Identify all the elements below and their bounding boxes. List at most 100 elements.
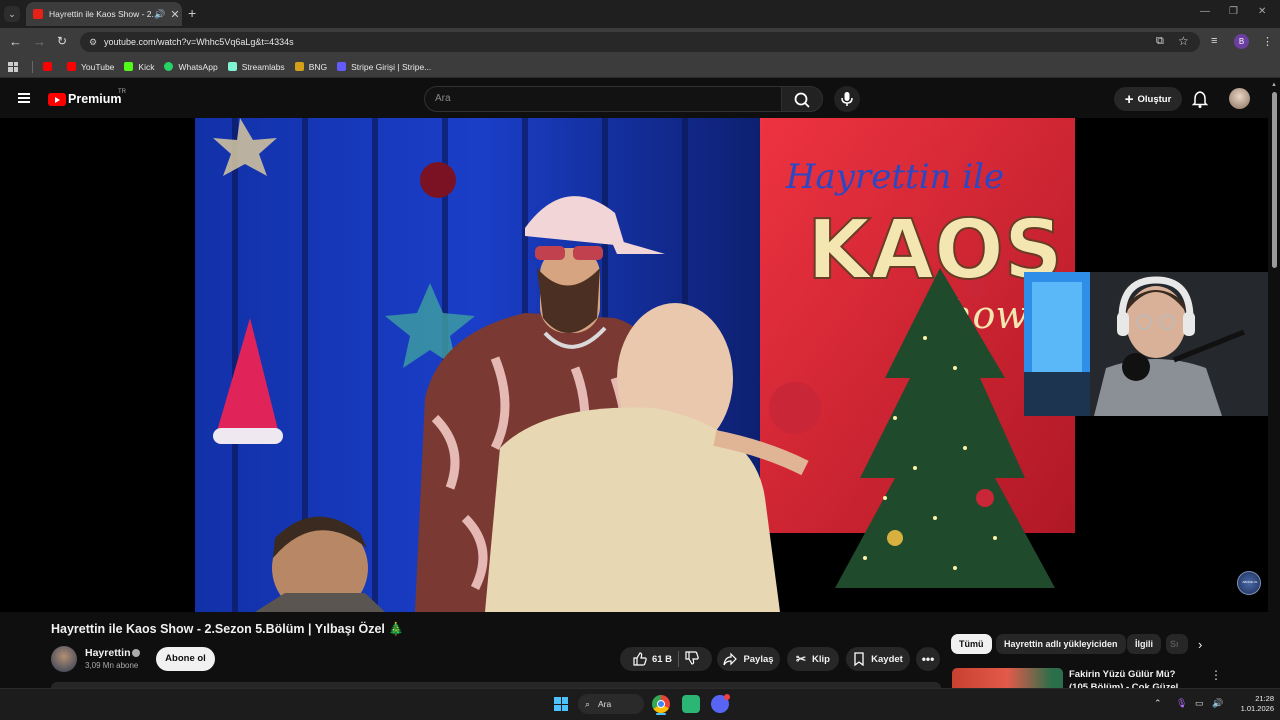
back-icon[interactable]: ← <box>9 34 22 49</box>
dislike-button[interactable] <box>685 650 699 668</box>
discord-notification-dot <box>724 694 730 700</box>
thumbs-down-icon <box>685 650 699 665</box>
whatsapp-icon <box>164 62 174 71</box>
bookmarks-bar: YouTube Kick WhatsApp Streamlabs BNG Str… <box>0 56 1280 78</box>
speaker-icon[interactable]: 🔊 <box>154 9 168 20</box>
save-playlist-icon <box>854 652 864 666</box>
browser-tab-active[interactable]: Hayrettin ile Kaos Show - 2. 🔊 ✕ <box>26 2 182 26</box>
url-text: youtube.com/watch?v=Whhc5Vq6aLg&t=4334s <box>104 37 294 47</box>
stripe-icon <box>337 62 347 71</box>
chrome-taskbar-icon[interactable] <box>652 695 670 713</box>
video-frame: Hayrettin ile KAOS Show <box>195 118 1075 612</box>
system-clock[interactable]: 21:28 1.01.2026 <box>1232 694 1274 714</box>
profile-avatar[interactable]: B <box>1234 34 1249 49</box>
tab-search-button[interactable]: ⌄ <box>4 6 20 22</box>
subscribe-watermark-badge[interactable]: ABONE OL <box>1237 571 1261 595</box>
taskbar-search[interactable]: ⌕ Ara <box>578 694 644 714</box>
subscribe-button[interactable]: Abone ol <box>156 647 215 671</box>
country-code: TR <box>118 89 126 95</box>
reload-icon[interactable]: ↻ <box>57 34 67 48</box>
share-button[interactable]: Paylaş <box>717 647 780 671</box>
tab-title: Hayrettin ile Kaos Show - 2. <box>49 9 154 19</box>
forward-icon[interactable]: → <box>33 34 46 49</box>
chip-from-uploader[interactable]: Hayrettin adlı yükleyiciden <box>996 634 1126 654</box>
clock-date: 1.01.2026 <box>1240 704 1274 713</box>
bookmark-item[interactable]: BNG <box>294 62 327 72</box>
minimize-icon[interactable]: — <box>1200 6 1210 17</box>
scroll-up-arrow-icon[interactable]: ▲ <box>1271 82 1277 88</box>
like-separator <box>678 651 680 667</box>
install-app-icon[interactable]: ⧉ <box>1156 35 1164 48</box>
chip-all[interactable]: Tümü <box>951 634 992 654</box>
verified-badge-icon <box>132 649 140 657</box>
taskbar-search-icon: ⌕ <box>585 699 591 709</box>
search-input[interactable]: Ara <box>424 86 782 112</box>
new-tab-button[interactable]: + <box>188 5 196 21</box>
close-window-icon[interactable]: ✕ <box>1258 6 1266 17</box>
volume-icon[interactable]: 🔊 <box>1212 698 1223 709</box>
microphone-tray-icon[interactable]: 🎙 <box>1176 698 1187 709</box>
bookmark-item[interactable]: Stripe Girişi | Stripe... <box>337 62 431 72</box>
recommended-more-icon[interactable]: ⋮ <box>1210 668 1222 682</box>
search-icon <box>794 92 810 108</box>
bookmark-star-icon[interactable]: ☆ <box>1178 34 1189 48</box>
bookmark-item[interactable]: WhatsApp <box>164 62 218 72</box>
plus-icon: + <box>1124 90 1134 108</box>
microphone-icon <box>841 92 853 106</box>
voice-search-button[interactable] <box>834 86 860 112</box>
apps-icon[interactable] <box>8 61 18 72</box>
scissors-icon: ✂ <box>795 652 807 666</box>
tray-overflow-icon[interactable]: ⌃ <box>1154 698 1162 709</box>
scrollbar-thumb[interactable] <box>1272 92 1277 268</box>
search-button[interactable] <box>781 86 823 112</box>
like-count: 61 B <box>651 653 673 665</box>
network-icon[interactable]: ▭ <box>1195 698 1204 709</box>
recommended-title[interactable]: Fakirin Yüzü Gülür Mü? (105.Bölüm) - Çok… <box>1069 668 1204 688</box>
show-sign-text: Hayrettin ile <box>785 157 1004 197</box>
active-app-indicator <box>656 713 666 715</box>
video-scene: Hayrettin ile KAOS Show <box>195 118 1075 612</box>
like-dislike-group: 61 B <box>620 647 712 671</box>
chip-next-partial[interactable]: Sı <box>1166 634 1188 654</box>
windows-start-icon[interactable] <box>554 697 568 711</box>
recommended-thumbnail[interactable] <box>952 668 1063 688</box>
video-player[interactable]: Hayrettin ile KAOS Show ABONE OL <box>0 118 1268 612</box>
channel-avatar[interactable] <box>51 646 77 672</box>
bookmark-item[interactable]: Kick <box>124 62 154 72</box>
bookmarks-divider <box>32 60 33 73</box>
account-avatar[interactable] <box>1229 88 1250 109</box>
notifications-bell-icon[interactable] <box>1192 90 1208 108</box>
channel-name[interactable]: Hayrettin <box>85 647 131 659</box>
youtube-icon <box>67 62 76 71</box>
streamlabs-icon <box>227 62 237 71</box>
restore-icon[interactable]: ❐ <box>1229 6 1238 17</box>
site-info-icon[interactable]: ⚙ <box>89 32 97 52</box>
bng-icon <box>294 62 304 71</box>
bookmark-item[interactable]: Streamlabs <box>227 62 285 72</box>
browser-menu-icon[interactable]: ⋮ <box>1262 35 1273 48</box>
chips-scroll-right-icon[interactable]: › <box>1198 637 1202 652</box>
save-button[interactable]: Kaydet <box>846 647 910 671</box>
clip-button[interactable]: ✂ Klip <box>787 647 839 671</box>
media-control-icon[interactable]: ≡ <box>1211 35 1217 47</box>
webcam-scene <box>1024 272 1268 416</box>
youtube-logo-icon[interactable] <box>48 93 66 106</box>
more-actions-button[interactable]: ••• <box>916 647 940 671</box>
thumbs-up-icon <box>633 652 647 666</box>
close-tab-icon[interactable]: ✕ <box>168 8 182 21</box>
youtube-premium-logo[interactable]: Premium <box>68 92 122 106</box>
create-button[interactable]: + Oluştur <box>1114 87 1182 111</box>
youtube-favicon-icon <box>33 9 43 19</box>
streamlabs-taskbar-icon[interactable] <box>682 695 700 713</box>
address-bar[interactable]: ⚙ youtube.com/watch?v=Whhc5Vq6aLg&t=4334… <box>80 32 1200 52</box>
clock-time: 21:28 <box>1255 694 1274 703</box>
chip-related[interactable]: İlgili <box>1127 634 1161 654</box>
bookmark-youtube-icon-only[interactable] <box>43 62 57 71</box>
bookmark-item[interactable]: YouTube <box>67 62 114 72</box>
like-button[interactable]: 61 B <box>633 652 672 666</box>
more-horizontal-icon: ••• <box>921 652 935 666</box>
subscriber-count: 3,09 Mn abone <box>85 661 139 670</box>
share-icon <box>723 652 738 666</box>
kick-icon <box>124 62 134 71</box>
hamburger-menu-icon[interactable] <box>18 93 30 103</box>
